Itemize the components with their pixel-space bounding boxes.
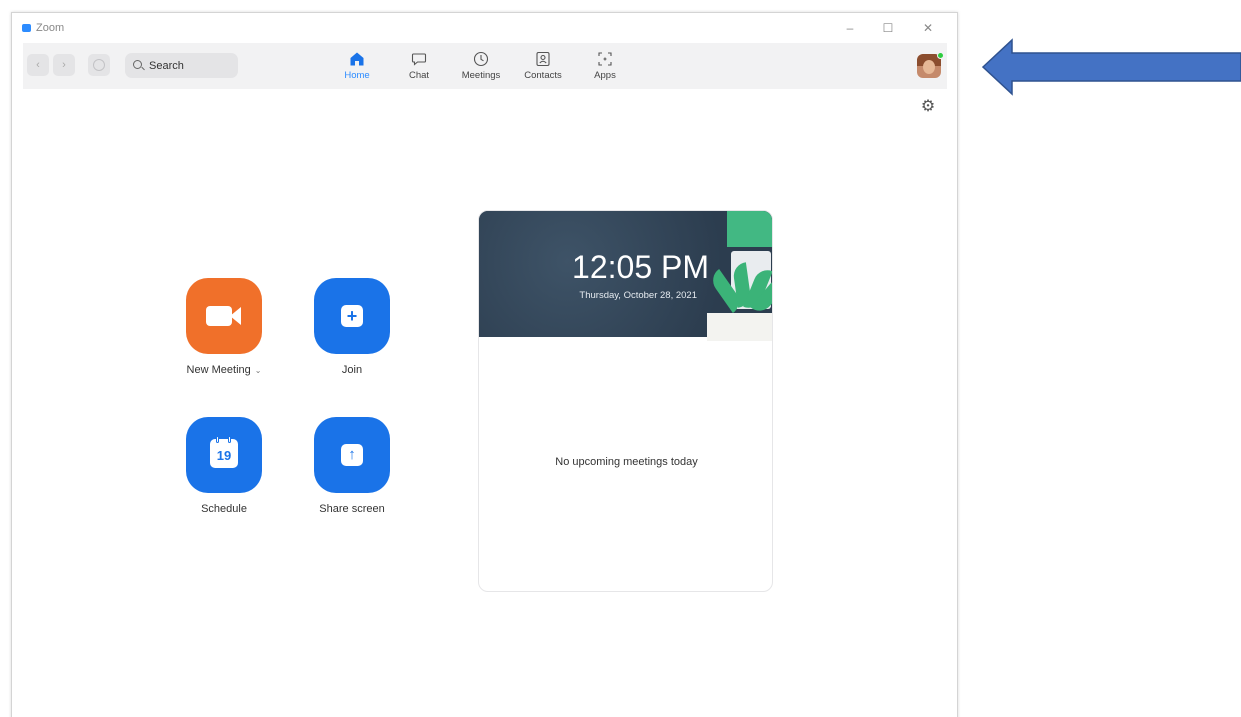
forward-button[interactable]: › bbox=[53, 54, 75, 76]
tab-meetings-label: Meetings bbox=[461, 70, 501, 81]
history-button[interactable] bbox=[88, 54, 110, 76]
calendar-ring bbox=[228, 436, 231, 443]
join-action[interactable]: + Join bbox=[292, 278, 412, 388]
tab-contacts[interactable]: Contacts bbox=[515, 47, 571, 85]
schedule-label: Schedule bbox=[201, 503, 247, 515]
search-box[interactable] bbox=[125, 53, 238, 78]
new-meeting-label: New Meeting ⌄ bbox=[164, 364, 284, 376]
search-icon bbox=[133, 60, 142, 69]
tab-meetings[interactable]: Meetings bbox=[453, 47, 509, 85]
current-time: 12:05 PM bbox=[572, 249, 709, 285]
schedule-action[interactable]: 19 Schedule bbox=[164, 417, 284, 527]
empty-meetings-message: No upcoming meetings today bbox=[555, 456, 698, 468]
history-icon bbox=[93, 59, 105, 71]
top-toolbar: ‹ › Home Chat Meetings bbox=[23, 43, 947, 89]
tab-chat[interactable]: Chat bbox=[391, 47, 447, 85]
plus-icon: + bbox=[341, 305, 363, 327]
calendar-ring bbox=[216, 436, 219, 443]
tab-chat-label: Chat bbox=[408, 70, 430, 81]
video-camera-icon bbox=[206, 306, 232, 326]
home-icon bbox=[350, 52, 364, 66]
clock-icon bbox=[473, 51, 489, 67]
window-title: Zoom bbox=[36, 22, 65, 34]
tab-apps-label: Apps bbox=[594, 70, 616, 81]
zoom-logo-icon bbox=[22, 24, 31, 32]
new-meeting-button[interactable] bbox=[186, 278, 262, 354]
new-meeting-text: New Meeting bbox=[186, 364, 251, 376]
tab-contacts-label: Contacts bbox=[524, 70, 562, 81]
plant-pot bbox=[707, 313, 772, 341]
join-label: Join bbox=[341, 364, 363, 376]
chat-icon bbox=[411, 53, 427, 66]
contacts-icon bbox=[536, 51, 550, 67]
current-date: Thursday, October 28, 2021 bbox=[579, 290, 697, 301]
title-bar: Zoom – ☐ ✕ bbox=[12, 13, 957, 43]
search-input[interactable] bbox=[149, 58, 233, 73]
maximize-button[interactable]: ☐ bbox=[876, 19, 900, 37]
join-button[interactable]: + bbox=[314, 278, 390, 354]
calendar-day: 19 bbox=[216, 448, 232, 463]
video-camera-lens bbox=[230, 307, 241, 325]
share-screen-action[interactable]: ↑ Share screen bbox=[292, 417, 412, 527]
banner-decoration bbox=[727, 211, 772, 247]
clock-banner: 12:05 PM Thursday, October 28, 2021 bbox=[479, 211, 772, 341]
apps-icon bbox=[598, 52, 612, 66]
tab-home-label: Home bbox=[344, 70, 370, 81]
settings-gear-icon[interactable]: ⚙ bbox=[919, 98, 937, 116]
share-arrow-icon: ↑ bbox=[341, 444, 363, 466]
minimize-button[interactable]: – bbox=[838, 19, 862, 37]
zoom-window: Zoom – ☐ ✕ ‹ › Home Chat bbox=[11, 12, 958, 717]
schedule-button[interactable]: 19 bbox=[186, 417, 262, 493]
upcoming-meetings-card: 12:05 PM Thursday, October 28, 2021 No u… bbox=[478, 210, 773, 592]
chevron-down-icon[interactable]: ⌄ bbox=[255, 366, 262, 375]
new-meeting-action[interactable]: New Meeting ⌄ bbox=[164, 278, 284, 388]
share-screen-button[interactable]: ↑ bbox=[314, 417, 390, 493]
online-status-dot bbox=[937, 52, 944, 59]
tab-apps[interactable]: Apps bbox=[577, 47, 633, 85]
annotation-arrow-icon bbox=[982, 38, 1241, 96]
tab-home[interactable]: Home bbox=[329, 47, 385, 85]
avatar-face bbox=[923, 60, 935, 74]
back-button[interactable]: ‹ bbox=[27, 54, 49, 76]
share-screen-label: Share screen bbox=[319, 503, 385, 515]
calendar-icon: 19 bbox=[210, 436, 238, 468]
close-button[interactable]: ✕ bbox=[916, 19, 940, 37]
